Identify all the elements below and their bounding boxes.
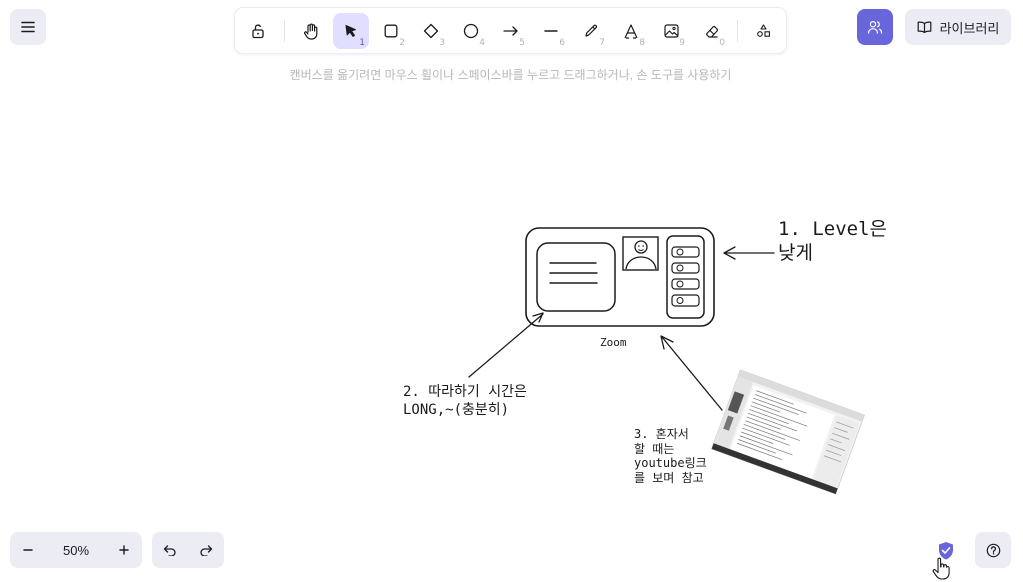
note-alone-line4[interactable]: 를 보며 참고 bbox=[634, 471, 704, 485]
note-alone-line2[interactable]: 할 때는 bbox=[634, 442, 674, 456]
note-level-line2[interactable]: 낮게 bbox=[778, 242, 813, 264]
zoom-in-button[interactable] bbox=[106, 532, 142, 568]
zoom-out-button[interactable] bbox=[10, 532, 46, 568]
help-button[interactable] bbox=[975, 532, 1011, 568]
note-alone-line3[interactable]: youtube링크 bbox=[634, 456, 707, 470]
arrow-to-controls[interactable] bbox=[723, 246, 775, 260]
undo-button[interactable] bbox=[152, 532, 188, 568]
arrow-to-text-block[interactable] bbox=[468, 312, 544, 378]
hand-cursor-icon bbox=[932, 557, 950, 580]
screenshot-thumbnail[interactable] bbox=[711, 369, 865, 495]
sketch-text-lines bbox=[549, 262, 598, 284]
plus-icon bbox=[119, 545, 129, 555]
minus-icon bbox=[23, 549, 33, 551]
undo-icon bbox=[163, 545, 176, 556]
note-alone-line1[interactable]: 3. 혼자서 bbox=[634, 427, 689, 441]
redo-button[interactable] bbox=[188, 532, 224, 568]
arrow-to-zoom[interactable] bbox=[660, 335, 723, 411]
sketch-text-block[interactable] bbox=[536, 242, 616, 312]
drawing-canvas[interactable]: 1. Level은 낮게 Zoom 2. 따라하기 시간은 LONG,~(충분히… bbox=[0, 0, 1023, 582]
sketch-controls-panel[interactable] bbox=[666, 235, 705, 319]
redo-icon bbox=[200, 545, 213, 556]
note-time-line1[interactable]: 2. 따라하기 시간은 bbox=[403, 384, 527, 400]
note-time-line2[interactable]: LONG,~(충분히) bbox=[403, 402, 509, 418]
zoom-controls: 50% bbox=[10, 532, 142, 568]
sketch-person-icon[interactable] bbox=[622, 236, 659, 271]
zoom-label[interactable]: Zoom bbox=[600, 336, 627, 349]
zoom-level[interactable]: 50% bbox=[46, 543, 106, 558]
history-controls bbox=[152, 532, 224, 568]
note-level-line1[interactable]: 1. Level은 bbox=[778, 218, 887, 240]
help-icon bbox=[986, 543, 1000, 557]
